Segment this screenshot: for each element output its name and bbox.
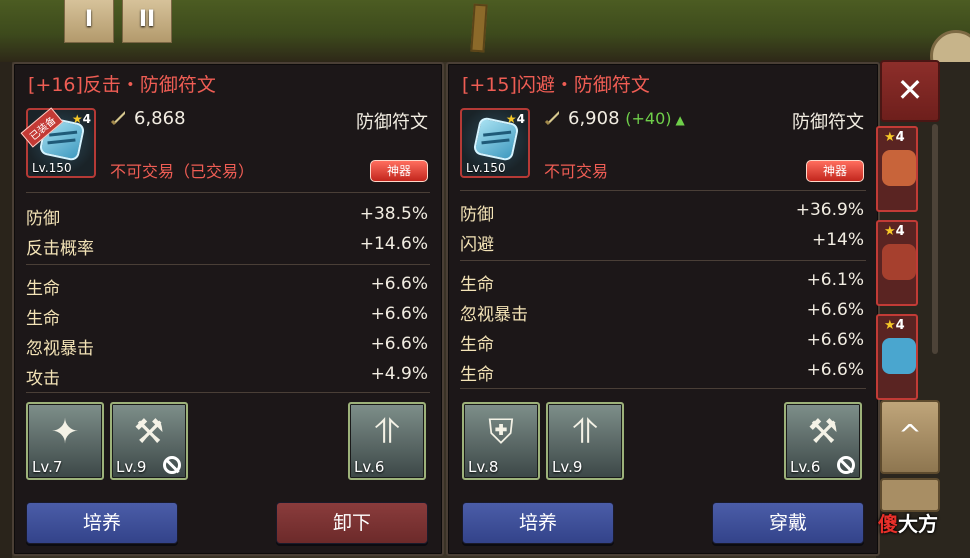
star-icon: ★: [505, 112, 517, 126]
divider: [26, 192, 430, 193]
hammer-icon: ⚒: [807, 412, 839, 452]
skill-slot[interactable]: ⚒ Lv.6: [784, 402, 862, 480]
hammer-icon: ⚒: [133, 412, 165, 452]
star-icon: ★: [71, 112, 83, 126]
train-button[interactable]: 培养: [26, 502, 178, 544]
sub-stat: 生命 +6.6%: [26, 274, 428, 299]
wings-up-icon: ⥣: [374, 412, 400, 452]
star-rating: ★4: [884, 224, 905, 239]
skill-level: Lv.8: [468, 458, 499, 476]
skill-slot[interactable]: ⥣ Lv.6: [348, 402, 426, 480]
rune-title: [+15]闪避・防御符文: [462, 74, 650, 96]
artifact-badge: 神器: [806, 160, 864, 182]
divider: [460, 190, 866, 191]
burst-icon: ✦: [50, 412, 80, 452]
main-stat: 防御 +36.9%: [460, 200, 864, 225]
tab-one[interactable]: I: [64, 0, 114, 43]
tab-two[interactable]: II: [122, 0, 172, 43]
arrow-up-icon: ▲: [675, 113, 685, 127]
star-rating: ★4: [505, 112, 525, 126]
unequip-button[interactable]: 卸下: [276, 502, 428, 544]
rune-item-icon[interactable]: 已装备 ★4 Lv.150: [20, 107, 96, 178]
combat-power: 6,868: [110, 108, 186, 129]
sword-icon: [110, 111, 125, 126]
skill-level: Lv.9: [116, 458, 147, 476]
rune-title: [+16]反击・防御符文: [28, 74, 216, 96]
close-button[interactable]: ✕: [880, 60, 940, 122]
sub-stat: 攻击 +4.9%: [26, 364, 428, 389]
shield-icon: ⛨: [488, 412, 514, 452]
sword-icon: [544, 111, 559, 126]
train-button[interactable]: 培养: [462, 502, 614, 544]
trade-status: 不可交易: [544, 162, 609, 181]
skill-level: Lv.6: [790, 458, 821, 476]
divider: [26, 264, 430, 265]
combat-power: 6,908 (+40) ▲: [544, 108, 685, 129]
inventory-slot[interactable]: ★4: [876, 126, 918, 212]
star-rating: ★4: [884, 318, 905, 333]
item-level: Lv.150: [32, 161, 72, 175]
star-rating: ★4: [71, 112, 91, 126]
sub-stat: 生命 +6.6%: [26, 304, 428, 329]
skill-level: Lv.9: [552, 458, 583, 476]
divider: [460, 388, 866, 389]
item-level: Lv.150: [466, 161, 506, 175]
sub-stat: 忽视暴击 +6.6%: [26, 334, 428, 359]
main-stat: 防御 +38.5%: [26, 204, 428, 229]
rune-gem-icon: [882, 244, 916, 280]
rune-gem-icon: [882, 150, 916, 186]
divider: [26, 392, 430, 393]
sub-stat: 忽视暴击 +6.6%: [460, 300, 864, 325]
rune-item-icon[interactable]: ★4 Lv.150: [460, 108, 530, 178]
skill-slot[interactable]: ⚒ Lv.9: [110, 402, 188, 480]
skill-slot[interactable]: ⛨ Lv.8: [462, 402, 540, 480]
sub-stat: 生命 +6.1%: [460, 270, 864, 295]
star-icon: ★: [884, 224, 896, 239]
skill-level: Lv.7: [32, 458, 63, 476]
star-icon: ★: [884, 130, 896, 145]
divider: [460, 260, 866, 261]
locked-icon: [837, 456, 855, 474]
skill-slot[interactable]: ⥣ Lv.9: [546, 402, 624, 480]
main-stat: 闪避 +14%: [460, 230, 864, 255]
equip-button[interactable]: 穿戴: [712, 502, 864, 544]
artifact-badge: 神器: [370, 160, 428, 182]
star-icon: ★: [884, 318, 896, 333]
skill-level: Lv.6: [354, 458, 385, 476]
star-rating: ★4: [884, 130, 905, 145]
inventory-slot[interactable]: ★4: [876, 220, 918, 306]
locked-icon: [163, 456, 181, 474]
trade-status: 不可交易（已交易）: [110, 162, 255, 181]
scroll-down-button[interactable]: [880, 478, 940, 512]
skill-slot[interactable]: ✦ Lv.7: [26, 402, 104, 480]
wings-up-icon: ⥣: [572, 412, 598, 452]
rune-category: 防御符文: [356, 112, 428, 133]
inventory-slot[interactable]: ★4: [876, 314, 918, 400]
rune-category: 防御符文: [792, 112, 864, 133]
scrollbar[interactable]: [932, 124, 938, 354]
compare-rune-panel: [+15]闪避・防御符文 ★4 Lv.150 6,908 (+40) ▲ 防御符文…: [446, 62, 880, 556]
watermark: 傻大方: [878, 512, 938, 536]
sub-stat: 生命 +6.6%: [460, 360, 864, 385]
scroll-up-button[interactable]: ^: [880, 400, 940, 474]
sub-stat: 生命 +6.6%: [460, 330, 864, 355]
main-stat: 反击概率 +14.6%: [26, 234, 428, 259]
background-edge: [0, 62, 12, 558]
power-difference: (+40): [625, 109, 672, 128]
rune-gem-icon: [882, 338, 916, 374]
equipped-rune-panel: [+16]反击・防御符文 已装备 ★4 Lv.150 6,868 防御符文 不可…: [12, 62, 444, 556]
